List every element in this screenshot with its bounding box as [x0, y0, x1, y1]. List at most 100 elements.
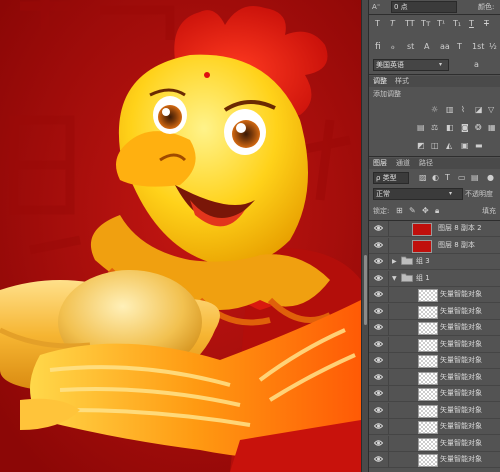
- levels-icon[interactable]: ▥: [446, 105, 454, 115]
- eye-icon[interactable]: [373, 224, 384, 232]
- eye-icon[interactable]: [373, 323, 384, 331]
- layer-row[interactable]: ▶ 组 3: [369, 254, 500, 270]
- layer-thumbnail[interactable]: [418, 338, 438, 352]
- layer-thumbnail[interactable]: [418, 371, 438, 385]
- anti-alias-icon[interactable]: a: [474, 60, 479, 70]
- layer-row[interactable]: 矢量智能对象: [369, 320, 500, 336]
- layer-thumbnail[interactable]: [418, 454, 438, 467]
- language-select[interactable]: 美国英语: [373, 59, 449, 71]
- type-filter-icon[interactable]: T: [445, 173, 450, 183]
- adjustment-filter-icon[interactable]: ◐: [432, 173, 439, 183]
- layer-row[interactable]: 矢量智能对象: [369, 452, 500, 468]
- layer-thumbnail[interactable]: [412, 223, 432, 236]
- leading-field[interactable]: 0 点: [391, 1, 457, 13]
- layer-row[interactable]: 矢量智能对象: [369, 419, 500, 435]
- eye-icon[interactable]: [373, 290, 384, 298]
- layer-row[interactable]: 图层 8 副本 2: [369, 221, 500, 237]
- swash-icon[interactable]: st: [407, 42, 414, 52]
- channel-mixer-icon[interactable]: ❂: [475, 123, 482, 133]
- canvas-scrollbar-thumb[interactable]: [364, 255, 367, 325]
- eye-icon[interactable]: [373, 373, 384, 381]
- eye-icon[interactable]: [373, 455, 384, 463]
- lock-position-icon[interactable]: ✥: [422, 206, 429, 216]
- layer-kind-filter[interactable]: ρ 类型: [373, 172, 409, 184]
- lock-all-icon[interactable]: 🔒︎: [435, 206, 439, 216]
- old-style-icon[interactable]: ℴ: [391, 42, 395, 52]
- tab-styles[interactable]: 样式: [395, 76, 409, 86]
- layer-thumbnail[interactable]: [418, 404, 438, 418]
- panel-resize-divider[interactable]: [361, 0, 369, 472]
- color-lookup-icon[interactable]: ▦: [488, 123, 496, 133]
- threshold-icon[interactable]: ◭: [446, 141, 452, 151]
- layer-row[interactable]: 图层 8 副本: [369, 237, 500, 254]
- eye-icon[interactable]: [373, 274, 384, 282]
- subscript-icon[interactable]: T₁: [453, 19, 461, 29]
- layer-row[interactable]: 矢量智能对象: [369, 287, 500, 303]
- ordinal-icon[interactable]: T: [457, 42, 462, 52]
- layer-row[interactable]: 矢量智能对象: [369, 336, 500, 353]
- vibrance-icon[interactable]: ▽: [488, 105, 494, 115]
- lock-transparent-icon[interactable]: ⊞: [396, 206, 403, 216]
- tab-paths[interactable]: 路径: [419, 158, 433, 168]
- tab-channels[interactable]: 通道: [396, 158, 410, 168]
- layer-thumbnail[interactable]: [418, 437, 438, 451]
- layer-thumbnail[interactable]: [418, 355, 438, 368]
- eye-icon[interactable]: [373, 307, 384, 315]
- all-caps-icon[interactable]: TT: [405, 19, 415, 29]
- eye-icon[interactable]: [373, 406, 384, 414]
- gradient-map-icon[interactable]: ▬: [475, 141, 483, 151]
- chevron-down-icon[interactable]: ▾: [439, 60, 442, 70]
- small-caps-icon[interactable]: Tт: [421, 19, 431, 29]
- half-icon[interactable]: ½: [489, 42, 497, 52]
- layer-thumbnail[interactable]: [418, 421, 438, 434]
- eye-icon[interactable]: [373, 389, 384, 397]
- hue-saturation-icon[interactable]: ▤: [417, 123, 425, 133]
- color-balance-icon[interactable]: ⚖: [431, 123, 438, 133]
- layer-row[interactable]: 矢量智能对象: [369, 369, 500, 386]
- posterize-icon[interactable]: ◫: [431, 141, 439, 151]
- eye-icon[interactable]: [373, 257, 384, 265]
- chevron-right-icon[interactable]: ▶: [392, 257, 397, 267]
- curves-icon[interactable]: ⌇: [461, 105, 465, 115]
- layer-thumbnail[interactable]: [418, 305, 438, 319]
- layer-thumbnail[interactable]: [418, 289, 438, 302]
- layer-thumbnail[interactable]: [412, 239, 432, 253]
- photo-filter-icon[interactable]: ◙: [461, 123, 469, 133]
- faux-bold-icon[interactable]: T: [375, 19, 380, 29]
- eye-icon[interactable]: [373, 241, 384, 249]
- underline-icon[interactable]: T: [469, 19, 474, 29]
- layer-row[interactable]: 矢量智能对象: [369, 402, 500, 419]
- layer-thumbnail[interactable]: [418, 388, 438, 401]
- tab-layers[interactable]: 图层: [373, 158, 387, 168]
- pixel-filter-icon[interactable]: ▨: [419, 173, 427, 183]
- fraction-icon[interactable]: 1st: [472, 42, 484, 52]
- stylistic-alt-icon[interactable]: A: [424, 42, 429, 52]
- layer-row[interactable]: 矢量智能对象: [369, 435, 500, 452]
- layer-row[interactable]: 矢量智能对象: [369, 303, 500, 320]
- eye-icon[interactable]: [373, 439, 384, 447]
- layer-row[interactable]: 矢量智能对象: [369, 386, 500, 402]
- shape-filter-icon[interactable]: ▭: [458, 173, 466, 183]
- ligature-icon[interactable]: ﬁ: [375, 42, 381, 52]
- brightness-icon[interactable]: ☼: [431, 105, 438, 115]
- tab-adjustments[interactable]: 调整: [373, 76, 387, 86]
- eye-icon[interactable]: [373, 422, 384, 430]
- selective-color-icon[interactable]: ▣: [461, 141, 469, 151]
- chevron-down-icon[interactable]: ▾: [449, 189, 452, 199]
- black-white-icon[interactable]: ◧: [446, 123, 454, 133]
- layer-row[interactable]: 矢量智能对象: [369, 353, 500, 369]
- filter-toggle-icon[interactable]: ●: [487, 173, 494, 183]
- layer-thumbnail[interactable]: [418, 322, 438, 335]
- smart-filter-icon[interactable]: ▤: [471, 173, 479, 183]
- layer-row[interactable]: ▼ 组 1: [369, 270, 500, 287]
- titling-icon[interactable]: aa: [440, 42, 450, 52]
- eye-icon[interactable]: [373, 340, 384, 348]
- chevron-down-icon[interactable]: ▼: [392, 274, 397, 284]
- document-canvas[interactable]: [0, 0, 361, 472]
- exposure-icon[interactable]: ◪: [475, 105, 483, 115]
- strikethrough-icon[interactable]: T: [484, 19, 489, 29]
- superscript-icon[interactable]: T¹: [437, 19, 445, 29]
- lock-image-icon[interactable]: ✎: [409, 206, 416, 216]
- eye-icon[interactable]: [373, 356, 384, 364]
- invert-icon[interactable]: ◩: [417, 141, 425, 151]
